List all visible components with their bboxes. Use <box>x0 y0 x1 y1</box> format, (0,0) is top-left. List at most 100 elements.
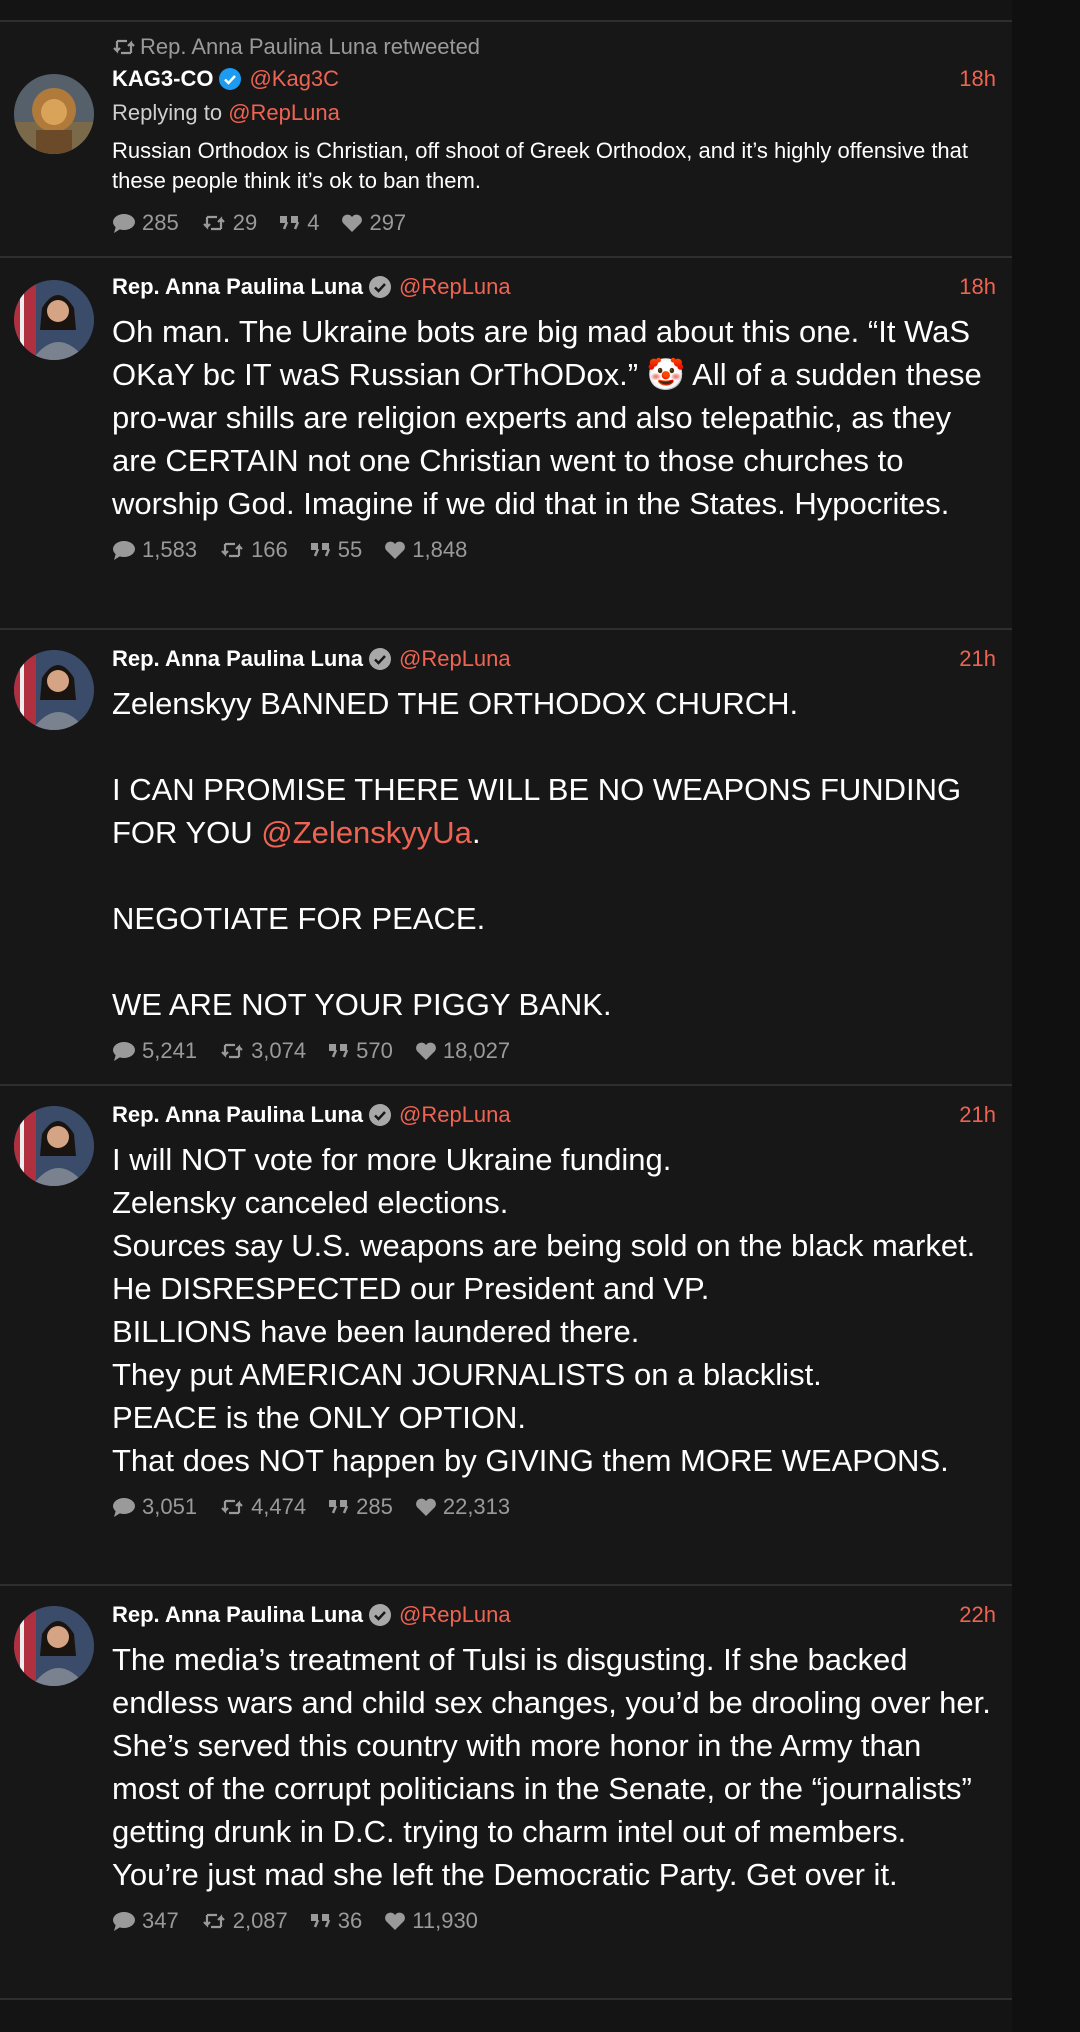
retweet-icon <box>221 1043 243 1059</box>
author-name[interactable]: Rep. Anna Paulina Luna <box>112 642 363 676</box>
like-stat[interactable]: 22,313 <box>415 1494 510 1520</box>
verified-badge-icon <box>369 648 391 670</box>
retweet-context: Rep. Anna Paulina Luna retweeted <box>112 32 996 62</box>
quote-stat[interactable]: 285 <box>328 1494 393 1520</box>
tweet-time[interactable]: 18h <box>959 270 996 304</box>
reply-stat[interactable]: 1,583 <box>112 537 197 563</box>
tweet-stats: 5,241 3,074 570 18,027 <box>112 1036 996 1066</box>
like-count: 11,930 <box>412 1908 478 1933</box>
like-count: 18,027 <box>442 1038 511 1063</box>
quote-stat[interactable]: 36 <box>310 1908 362 1934</box>
retweet-icon <box>113 39 135 55</box>
retweet-icon <box>221 542 243 558</box>
like-count: 1,848 <box>412 537 468 562</box>
quote-count: 4 <box>307 210 320 235</box>
quote-icon <box>329 1500 349 1514</box>
tweet-header: KAG3-CO @Kag3C 18h <box>112 62 996 96</box>
tweet-stats: 1,583 166 55 1,848 <box>112 535 996 565</box>
verified-badge-icon <box>369 1104 391 1126</box>
timeline-feed[interactable]: Rep. Anna Paulina Luna retweeted KAG3-CO… <box>0 0 1012 2032</box>
quote-icon <box>280 216 300 230</box>
reply-stat[interactable]: 347 <box>112 1908 179 1934</box>
reply-to-handle[interactable]: @RepLuna <box>228 100 340 125</box>
mention-link[interactable]: @ZelenskyyUa <box>261 815 472 850</box>
tweet-time[interactable]: 22h <box>959 1598 996 1632</box>
reply-count: 347 <box>142 1908 179 1933</box>
retweet-context-label: Rep. Anna Paulina Luna retweeted <box>140 34 481 59</box>
like-icon <box>415 1042 436 1060</box>
retweet-count: 2,087 <box>232 1908 288 1933</box>
tweet-header: Rep. Anna Paulina Luna @RepLuna 18h <box>112 270 996 304</box>
author-name[interactable]: Rep. Anna Paulina Luna <box>112 1598 363 1632</box>
avatar-repluna[interactable] <box>14 280 94 360</box>
tweet-stats: 3,051 4,474 285 22,313 <box>112 1492 996 1522</box>
reply-stat[interactable]: 5,241 <box>112 1038 197 1064</box>
author-handle[interactable]: @RepLuna <box>399 1598 511 1632</box>
quote-icon <box>310 1914 330 1928</box>
tweet-repluna-4[interactable]: Rep. Anna Paulina Luna @RepLuna 22h The … <box>0 1586 1012 2000</box>
reply-count: 3,051 <box>142 1494 198 1519</box>
tweet-repluna-2[interactable]: Rep. Anna Paulina Luna @RepLuna 21h Zele… <box>0 630 1012 1086</box>
tweet-header: Rep. Anna Paulina Luna @RepLuna 21h <box>112 642 996 676</box>
avatar-repluna[interactable] <box>14 1106 94 1186</box>
author-name[interactable]: Rep. Anna Paulina Luna <box>112 270 363 304</box>
quote-stat[interactable]: 570 <box>328 1038 393 1064</box>
like-icon <box>385 1912 406 1930</box>
retweet-icon <box>202 1913 225 1929</box>
like-stat[interactable]: 18,027 <box>415 1038 510 1064</box>
tweet-kag3c[interactable]: Rep. Anna Paulina Luna retweeted KAG3-CO… <box>0 22 1012 258</box>
retweet-stat[interactable]: 166 <box>219 537 288 563</box>
reply-context: Replying to @RepLuna <box>112 96 996 130</box>
like-stat[interactable]: 297 <box>341 210 406 236</box>
avatar-repluna[interactable] <box>14 1606 94 1686</box>
previous-tweet-stub <box>0 0 1012 20</box>
reply-icon <box>113 1912 135 1931</box>
reply-stat[interactable]: 3,051 <box>112 1494 197 1520</box>
quote-icon <box>329 1044 349 1058</box>
tweet-stats: 347 2,087 36 11,930 <box>112 1906 996 1936</box>
reply-count: 285 <box>142 210 179 235</box>
reply-count: 1,583 <box>142 537 198 562</box>
avatar-repluna[interactable] <box>14 650 94 730</box>
tweet-text: Oh man. The Ukraine bots are big mad abo… <box>112 310 996 525</box>
like-stat[interactable]: 1,848 <box>384 537 467 563</box>
quote-stat[interactable]: 55 <box>310 537 362 563</box>
reply-count: 5,241 <box>142 1038 198 1063</box>
tweet-time[interactable]: 21h <box>959 642 996 676</box>
author-handle[interactable]: @Kag3C <box>249 62 339 96</box>
tweet-text: Zelenskyy BANNED THE ORTHODOX CHURCH. I … <box>112 682 996 1026</box>
author-handle[interactable]: @RepLuna <box>399 642 511 676</box>
retweet-icon <box>221 1499 243 1515</box>
reply-stat[interactable]: 285 <box>112 210 179 236</box>
tweet-header: Rep. Anna Paulina Luna @RepLuna 22h <box>112 1598 996 1632</box>
author-handle[interactable]: @RepLuna <box>399 270 511 304</box>
retweet-stat[interactable]: 4,474 <box>219 1494 306 1520</box>
retweet-count: 166 <box>251 537 288 562</box>
author-handle[interactable]: @RepLuna <box>399 1098 511 1132</box>
reply-icon <box>113 1498 135 1517</box>
author-name[interactable]: KAG3-CO <box>112 62 213 96</box>
verified-badge-icon <box>219 68 242 90</box>
tweet-text-part: Zelenskyy BANNED THE ORTHODOX CHURCH. I … <box>112 686 962 850</box>
tweet-time[interactable]: 21h <box>959 1098 996 1132</box>
page-margin <box>1012 0 1080 2032</box>
quote-count: 570 <box>356 1038 393 1063</box>
quote-stat[interactable]: 4 <box>279 210 319 236</box>
author-name[interactable]: Rep. Anna Paulina Luna <box>112 1098 363 1132</box>
retweet-stat[interactable]: 29 <box>201 210 257 236</box>
tweet-repluna-1[interactable]: Rep. Anna Paulina Luna @RepLuna 18h Oh m… <box>0 258 1012 630</box>
tweet-text: Russian Orthodox is Christian, off shoot… <box>112 138 969 193</box>
tweet-repluna-3[interactable]: Rep. Anna Paulina Luna @RepLuna 21h I wi… <box>0 1086 1012 1586</box>
retweet-stat[interactable]: 2,087 <box>201 1908 288 1934</box>
tweet-text: The media’s treatment of Tulsi is disgus… <box>112 1642 991 1892</box>
tweet-time[interactable]: 18h <box>959 62 996 96</box>
like-count: 22,313 <box>442 1494 511 1519</box>
like-icon <box>415 1498 436 1516</box>
like-stat[interactable]: 11,930 <box>384 1908 478 1934</box>
like-icon <box>342 214 363 232</box>
avatar-lion[interactable] <box>14 74 94 154</box>
retweet-stat[interactable]: 3,074 <box>219 1038 306 1064</box>
reply-prefix: Replying to <box>112 100 223 125</box>
clown-emoji: 🤡 <box>646 357 686 392</box>
retweet-count: 4,474 <box>251 1494 307 1519</box>
